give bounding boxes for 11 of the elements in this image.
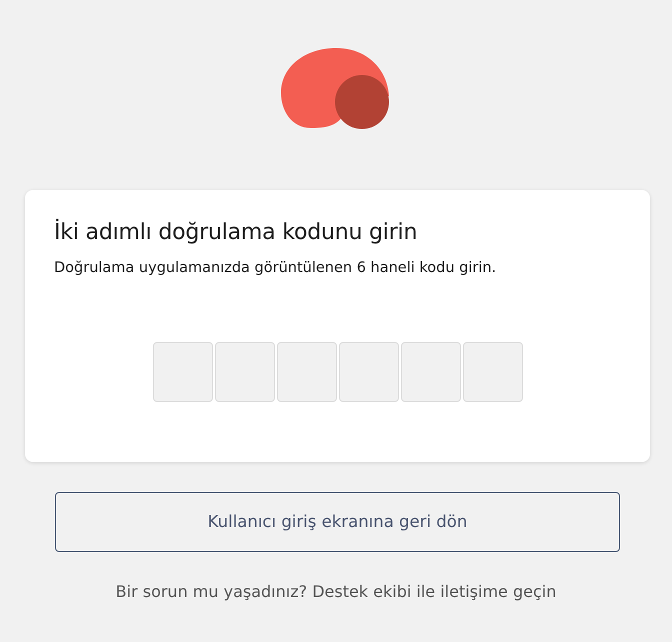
code-digit-field[interactable]: [338, 342, 398, 402]
logo-icon: [281, 48, 391, 130]
code-digit-field[interactable]: [214, 342, 274, 402]
back-to-login-button[interactable]: Kullanıcı giriş ekranına geri dön: [55, 492, 620, 552]
code-digit-field[interactable]: [152, 342, 212, 402]
code-digit-field[interactable]: [276, 342, 336, 402]
card-title: İki adımlı doğrulama kodunu girin: [54, 220, 418, 246]
help-text: Bir sorun mu yaşadınız? Destek ekibi ile iletişime geçin: [114, 581, 558, 603]
code-digit-field[interactable]: [462, 342, 522, 402]
code-digit-field[interactable]: [400, 342, 460, 402]
card-subtitle: Doğrulama uygulamanızda görüntülenen 6 haneli kodu girin.: [54, 259, 498, 278]
